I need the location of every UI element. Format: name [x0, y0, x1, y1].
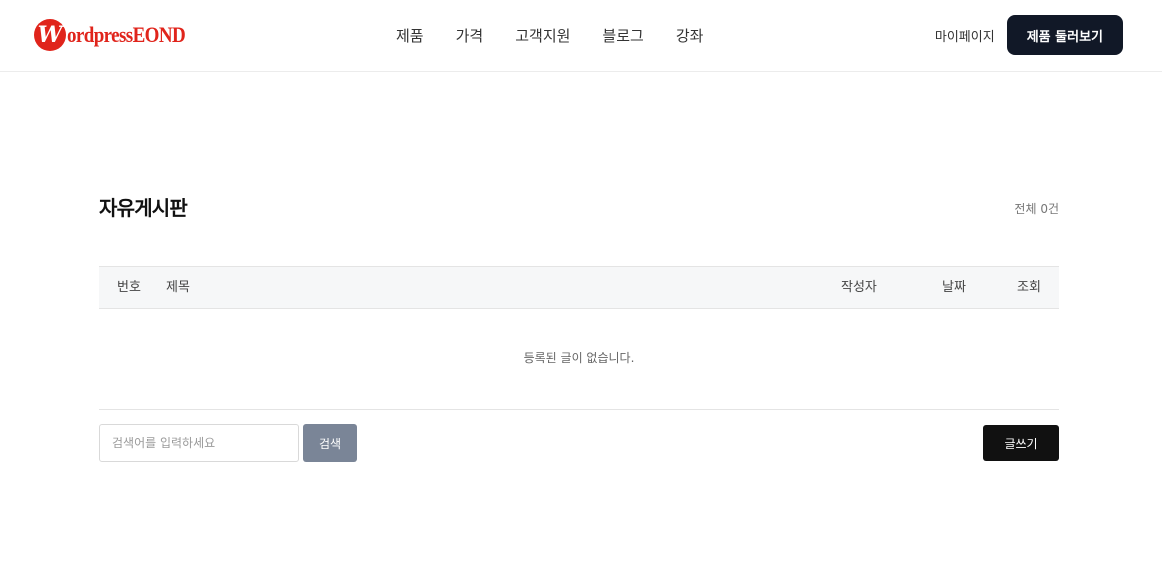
column-views: 조회 [1017, 280, 1041, 295]
column-date: 날짜 [942, 280, 966, 295]
nav-item-blog[interactable]: 블로그 [586, 25, 659, 46]
page-title: 자유게시판 [99, 196, 188, 220]
column-number: 번호 [117, 280, 141, 295]
board-footer: 검색 글쓰기 [99, 424, 1059, 476]
board-head: 자유게시판 전체 0건 [99, 188, 1059, 266]
mypage-link[interactable]: 마이페이지 [935, 26, 995, 45]
post-table: 번호 제목 작성자 날짜 조회 등록된 글이 없습니다. [99, 266, 1059, 410]
nav-item-courses[interactable]: 강좌 [660, 25, 720, 46]
column-title: 제목 [166, 280, 190, 295]
nav-item-pricing[interactable]: 가격 [440, 25, 500, 46]
nav-item-products[interactable]: 제품 [380, 25, 440, 46]
table-header: 번호 제목 작성자 날짜 조회 [99, 267, 1059, 309]
search-button[interactable]: 검색 [303, 424, 357, 462]
main-nav: 제품 가격 고객지원 블로그 강좌 [380, 0, 719, 71]
logo-mark: W [34, 19, 66, 51]
empty-message: 등록된 글이 없습니다. [99, 309, 1059, 410]
post-count: 전체 0건 [1014, 202, 1059, 216]
header-actions: 마이페이지 제품 둘러보기 [935, 15, 1123, 55]
logo[interactable]: W ordpressEOND [34, 18, 186, 52]
write-post-button[interactable]: 글쓰기 [983, 425, 1059, 461]
board: 자유게시판 전체 0건 번호 제목 작성자 날짜 조회 등록된 글이 없습니다.… [99, 188, 1059, 476]
search-input[interactable] [99, 424, 299, 462]
logo-text: ordpressEOND [67, 22, 186, 48]
nav-item-support[interactable]: 고객지원 [499, 25, 586, 46]
product-tour-button[interactable]: 제품 둘러보기 [1006, 15, 1123, 55]
column-author: 작성자 [841, 280, 877, 295]
site-header: W ordpressEOND 제품 가격 고객지원 블로그 강좌 마이페이지 제… [0, 0, 1162, 72]
